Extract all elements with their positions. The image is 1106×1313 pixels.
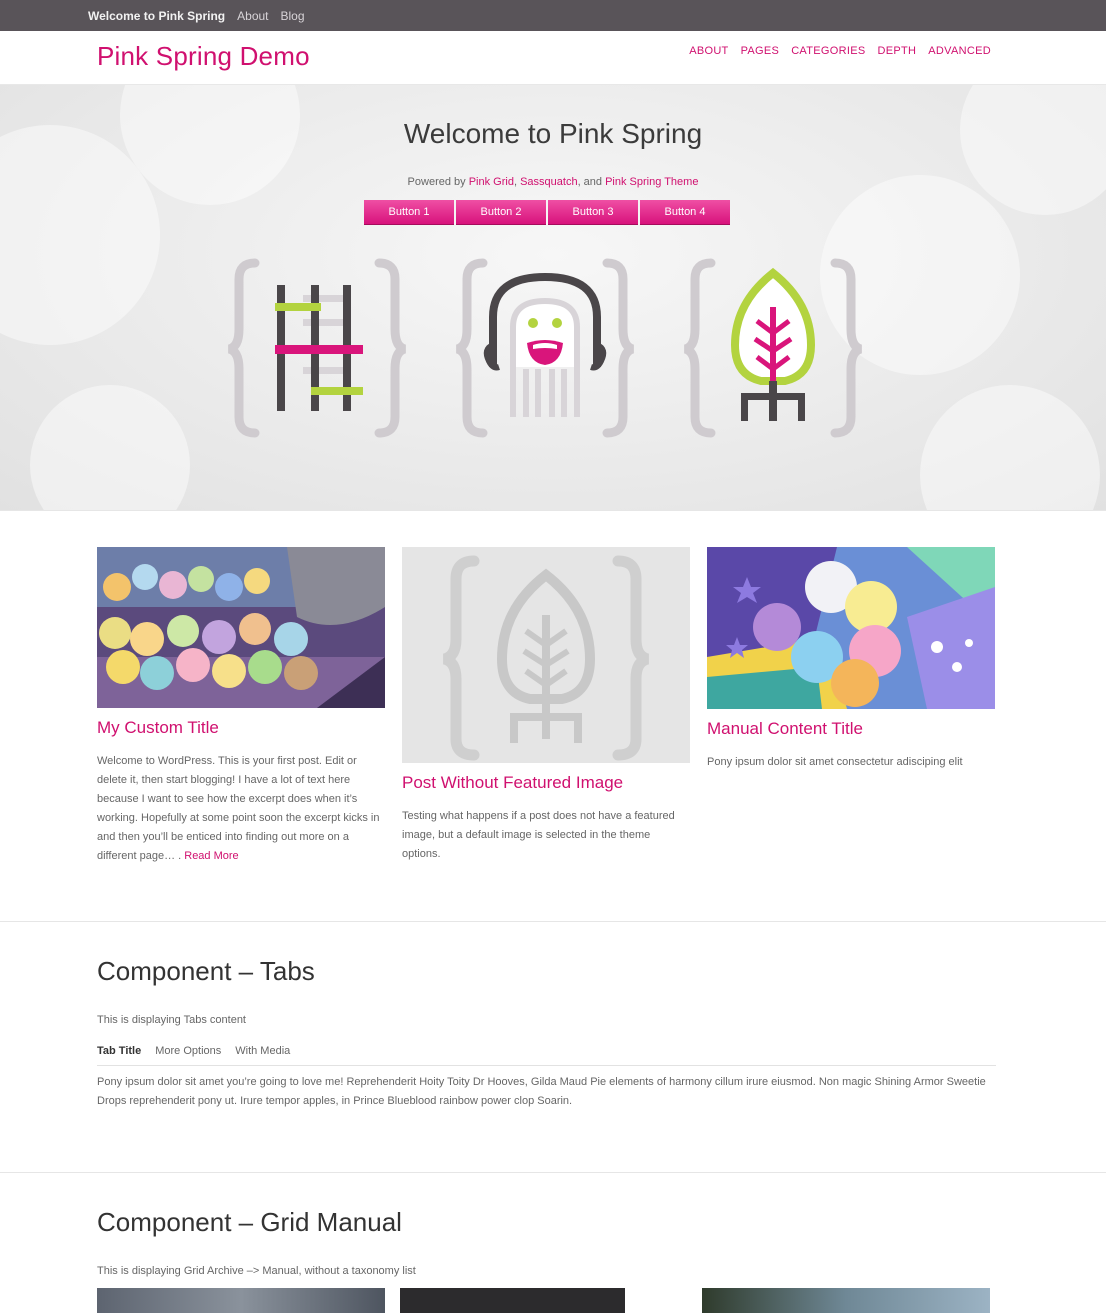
hero-powered-by: Powered by Pink Grid, Sassquatch, and Pi… xyxy=(0,176,1106,188)
post-title[interactable]: Manual Content Title xyxy=(707,719,995,739)
post-card: Manual Content Title Pony ipsum dolor si… xyxy=(707,547,995,772)
hero-button-group: Button 1 Button 2 Button 3 Button 4 xyxy=(364,200,732,225)
pink-grid-link[interactable]: Pink Grid xyxy=(469,176,514,188)
grid-section-title: Component – Grid Manual xyxy=(97,1207,402,1237)
nav-item-about[interactable]: ABOUT xyxy=(689,45,728,57)
section-divider xyxy=(0,1172,1106,1173)
site-header: Pink Spring Demo ABOUT PAGES CATEGORIES … xyxy=(0,31,1106,85)
post-excerpt: Welcome to WordPress. This is your first… xyxy=(97,752,385,866)
pink-spring-logo-icon xyxy=(683,258,863,438)
tab-more-options[interactable]: More Options xyxy=(155,1045,221,1065)
main-navigation: ABOUT PAGES CATEGORIES DEPTH ADVANCED xyxy=(677,45,991,57)
bokeh-decoration xyxy=(920,385,1100,510)
admin-bar-about-link[interactable]: About xyxy=(237,9,268,23)
tab-with-media[interactable]: With Media xyxy=(235,1045,290,1065)
tab-tab-title[interactable]: Tab Title xyxy=(97,1045,141,1065)
default-tree-icon xyxy=(442,555,650,761)
grid-item-image[interactable] xyxy=(97,1288,385,1313)
bokeh-decoration xyxy=(30,385,190,510)
grid-section-description: This is displaying Grid Archive –> Manua… xyxy=(97,1265,416,1277)
nav-item-pages[interactable]: PAGES xyxy=(741,45,780,57)
grid-item-image[interactable] xyxy=(400,1288,625,1313)
post-thumbnail[interactable] xyxy=(97,547,385,708)
pink-spring-theme-link[interactable]: Pink Spring Theme xyxy=(605,176,698,188)
admin-bar: Welcome to Pink Spring About Blog xyxy=(0,0,1106,31)
admin-bar-blog-link[interactable]: Blog xyxy=(281,9,305,23)
pink-grid-logo-icon xyxy=(227,258,407,438)
hero-logos xyxy=(227,258,863,438)
post-title[interactable]: Post Without Featured Image xyxy=(402,773,690,793)
button-1[interactable]: Button 1 xyxy=(364,200,454,225)
section-divider xyxy=(0,921,1106,922)
grid-item-image[interactable] xyxy=(702,1288,990,1313)
site-title[interactable]: Pink Spring Demo xyxy=(97,41,310,72)
read-more-link[interactable]: Read More xyxy=(184,850,238,862)
post-excerpt: Pony ipsum dolor sit amet consectetur ad… xyxy=(707,756,963,768)
powered-prefix: Powered by xyxy=(407,176,469,188)
hero-title: Welcome to Pink Spring xyxy=(403,118,703,149)
nav-item-advanced[interactable]: ADVANCED xyxy=(928,45,991,57)
post-card: Post Without Featured Image Testing what… xyxy=(402,547,690,864)
button-3[interactable]: Button 3 xyxy=(548,200,638,225)
tabs-section-description: This is displaying Tabs content xyxy=(97,1014,246,1026)
admin-bar-site-link[interactable]: Welcome to Pink Spring xyxy=(88,9,225,23)
post-thumbnail[interactable] xyxy=(707,547,995,709)
hero-banner: Welcome to Pink Spring Powered by Pink G… xyxy=(0,85,1106,511)
default-thumbnail[interactable] xyxy=(402,547,690,763)
post-title[interactable]: My Custom Title xyxy=(97,718,385,738)
nav-item-categories[interactable]: CATEGORIES xyxy=(791,45,865,57)
button-2[interactable]: Button 2 xyxy=(456,200,546,225)
sassquatch-link[interactable]: Sassquatch xyxy=(520,176,577,188)
tab-list: Tab Title More Options With Media xyxy=(97,1045,996,1066)
nav-item-depth[interactable]: DEPTH xyxy=(878,45,917,57)
post-excerpt: Testing what happens if a post does not … xyxy=(402,810,675,860)
button-4[interactable]: Button 4 xyxy=(640,200,730,225)
tabs-section-title: Component – Tabs xyxy=(97,956,315,986)
post-card: My Custom Title Welcome to WordPress. Th… xyxy=(97,547,385,866)
excerpt-text: Welcome to WordPress. This is your first… xyxy=(97,755,380,862)
tab-panel: Pony ipsum dolor sit amet you’re going t… xyxy=(97,1076,986,1107)
separator: , and xyxy=(577,176,606,188)
sassquatch-logo-icon xyxy=(455,258,635,438)
